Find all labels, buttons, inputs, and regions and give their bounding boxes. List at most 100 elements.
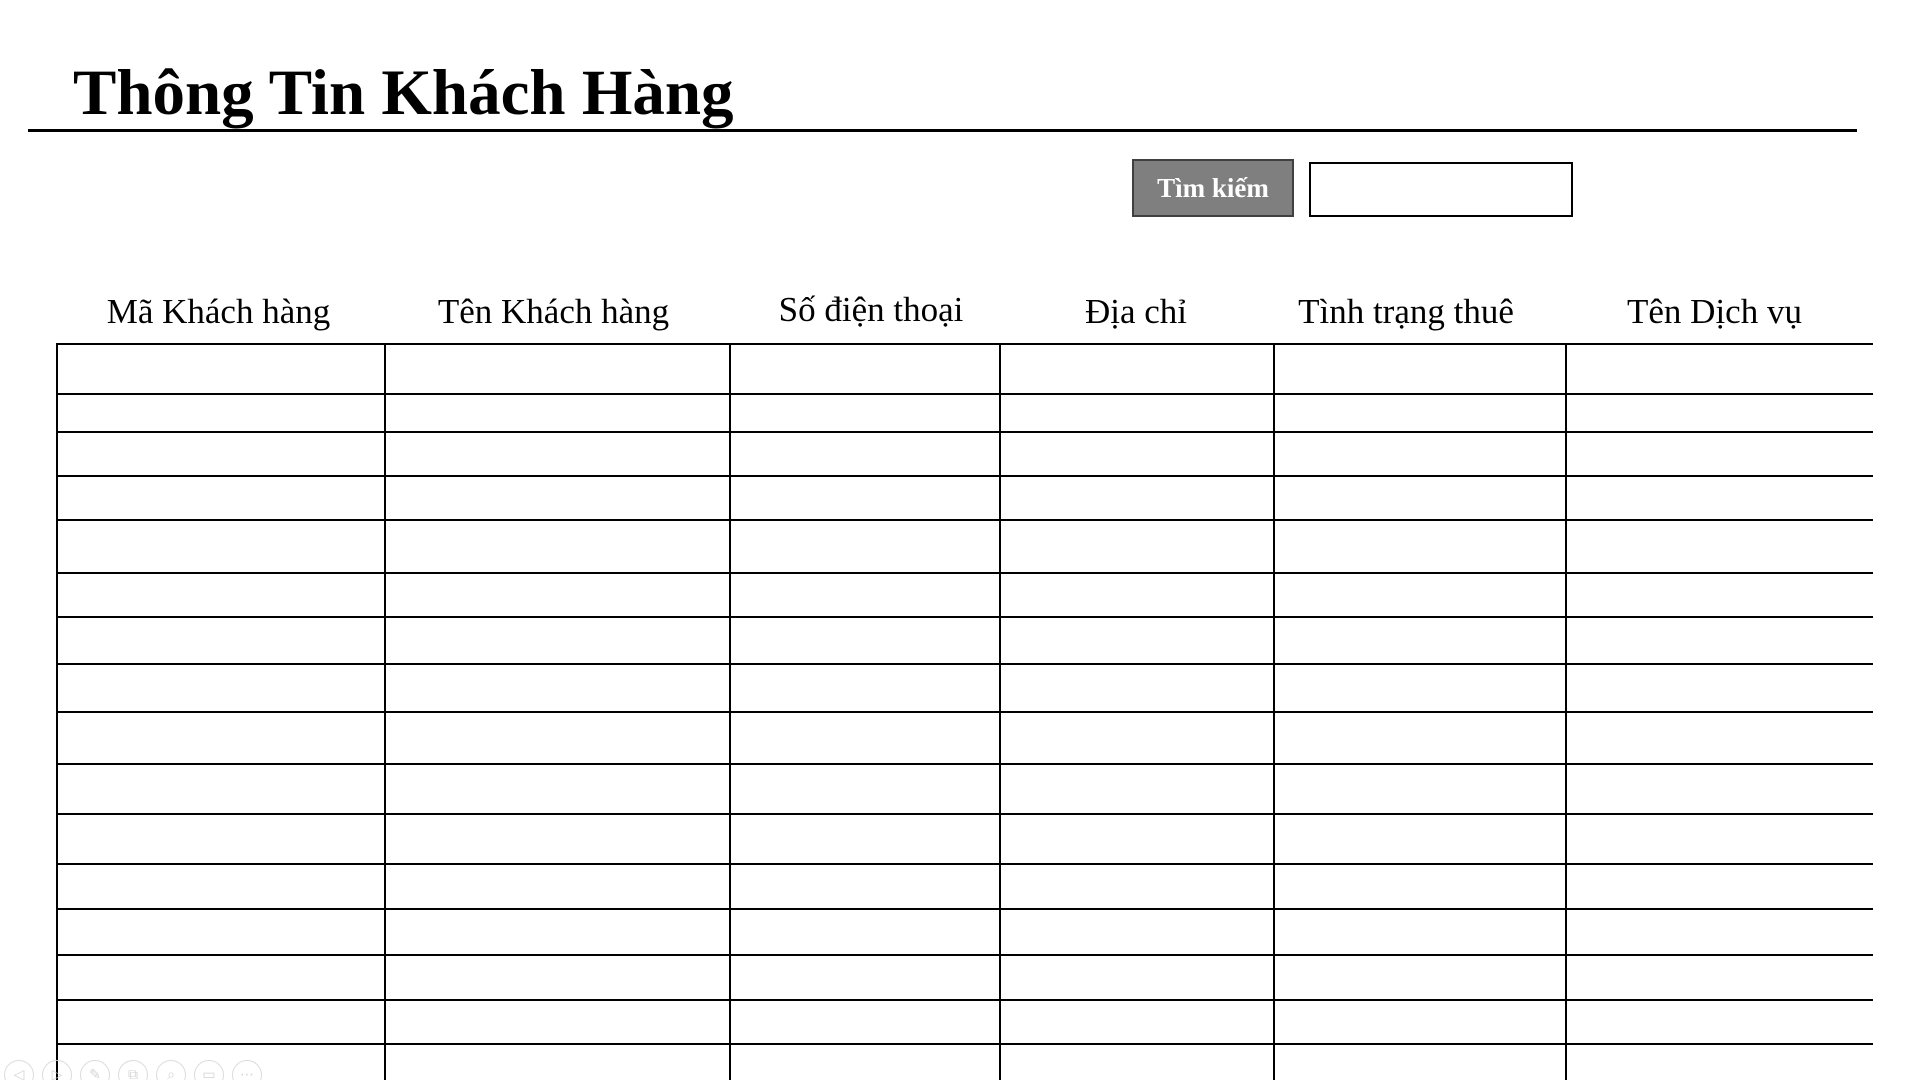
table-cell[interactable]: [1565, 1043, 1873, 1080]
table-cell[interactable]: [999, 616, 1275, 665]
table-cell[interactable]: [1565, 863, 1873, 910]
table-cell[interactable]: [1273, 863, 1567, 910]
table-cell[interactable]: [1273, 663, 1567, 713]
table-cell[interactable]: [729, 863, 1001, 910]
table-cell[interactable]: [1273, 393, 1567, 433]
table-cell[interactable]: [999, 519, 1275, 574]
table-cell[interactable]: [999, 1043, 1275, 1080]
table-cell[interactable]: [729, 711, 1001, 765]
table-cell[interactable]: [384, 663, 731, 713]
table-cell[interactable]: [729, 1043, 1001, 1080]
table-cell[interactable]: [1565, 711, 1873, 765]
table-cell[interactable]: [729, 475, 1001, 521]
table-cell[interactable]: [999, 813, 1275, 865]
table-cell[interactable]: [1273, 954, 1567, 1001]
table-cell[interactable]: [729, 519, 1001, 574]
search-input[interactable]: [1309, 162, 1573, 217]
table-cell[interactable]: [384, 431, 731, 477]
table-cell[interactable]: [1565, 519, 1873, 574]
table-cell[interactable]: [1273, 813, 1567, 865]
table-cell[interactable]: [384, 954, 731, 1001]
table-cell[interactable]: [999, 711, 1275, 765]
table-cell[interactable]: [1273, 431, 1567, 477]
table-cell[interactable]: [1565, 572, 1873, 618]
table-cell[interactable]: [56, 572, 386, 618]
table-cell[interactable]: [56, 663, 386, 713]
table-cell[interactable]: [56, 908, 386, 956]
table-cell[interactable]: [56, 954, 386, 1001]
table-cell[interactable]: [729, 616, 1001, 665]
table-cell[interactable]: [1273, 763, 1567, 815]
table-cell[interactable]: [999, 954, 1275, 1001]
table-cell[interactable]: [1565, 813, 1873, 865]
table-cell[interactable]: [384, 572, 731, 618]
table-cell[interactable]: [999, 572, 1275, 618]
table-cell[interactable]: [384, 393, 731, 433]
table-cell[interactable]: [1273, 711, 1567, 765]
table-cell[interactable]: [729, 572, 1001, 618]
table-cell[interactable]: [1565, 343, 1873, 395]
table-cell[interactable]: [56, 343, 386, 395]
table-cell[interactable]: [1273, 343, 1567, 395]
table-cell[interactable]: [1565, 393, 1873, 433]
table-cell[interactable]: [1273, 1043, 1567, 1080]
table-cell[interactable]: [1565, 999, 1873, 1045]
table-cell[interactable]: [56, 431, 386, 477]
table-cell[interactable]: [999, 343, 1275, 395]
table-cell[interactable]: [729, 393, 1001, 433]
table-cell[interactable]: [384, 863, 731, 910]
table-cell[interactable]: [1273, 572, 1567, 618]
table-cell[interactable]: [56, 616, 386, 665]
table-cell[interactable]: [384, 343, 731, 395]
table-cell[interactable]: [56, 813, 386, 865]
table-cell[interactable]: [999, 999, 1275, 1045]
table-cell[interactable]: [56, 863, 386, 910]
table-cell[interactable]: [999, 393, 1275, 433]
table-cell[interactable]: [56, 519, 386, 574]
table-cell[interactable]: [1565, 616, 1873, 665]
table-cell[interactable]: [1565, 431, 1873, 477]
table-cell[interactable]: [1273, 999, 1567, 1045]
next-icon[interactable]: ▷: [42, 1060, 72, 1080]
table-cell[interactable]: [56, 999, 386, 1045]
table-cell[interactable]: [384, 475, 731, 521]
table-cell[interactable]: [1273, 616, 1567, 665]
table-cell[interactable]: [56, 711, 386, 765]
table-cell[interactable]: [999, 763, 1275, 815]
table-cell[interactable]: [999, 663, 1275, 713]
table-cell[interactable]: [384, 519, 731, 574]
table-cell[interactable]: [384, 763, 731, 815]
table-cell[interactable]: [56, 393, 386, 433]
table-cell[interactable]: [729, 954, 1001, 1001]
table-cell[interactable]: [56, 763, 386, 815]
table-cell[interactable]: [1565, 663, 1873, 713]
search-button[interactable]: Tìm kiếm: [1132, 159, 1294, 217]
table-cell[interactable]: [1565, 908, 1873, 956]
table-cell[interactable]: [999, 431, 1275, 477]
table-cell[interactable]: [384, 711, 731, 765]
zoom-icon[interactable]: ⌕: [156, 1060, 186, 1080]
subtitles-icon[interactable]: ▭: [194, 1060, 224, 1080]
table-cell[interactable]: [384, 908, 731, 956]
table-cell[interactable]: [999, 908, 1275, 956]
table-cell[interactable]: [384, 999, 731, 1045]
table-cell[interactable]: [999, 863, 1275, 910]
table-cell[interactable]: [1273, 519, 1567, 574]
more-icon[interactable]: ⋯: [232, 1060, 262, 1080]
table-cell[interactable]: [56, 475, 386, 521]
table-cell[interactable]: [384, 1043, 731, 1080]
table-cell[interactable]: [729, 813, 1001, 865]
table-cell[interactable]: [1273, 908, 1567, 956]
table-cell[interactable]: [999, 475, 1275, 521]
table-cell[interactable]: [729, 343, 1001, 395]
table-cell[interactable]: [384, 616, 731, 665]
table-cell[interactable]: [729, 999, 1001, 1045]
table-cell[interactable]: [1273, 475, 1567, 521]
table-cell[interactable]: [1565, 763, 1873, 815]
previous-icon[interactable]: ◁: [4, 1060, 34, 1080]
table-cell[interactable]: [729, 663, 1001, 713]
table-cell[interactable]: [729, 763, 1001, 815]
table-cell[interactable]: [1565, 954, 1873, 1001]
table-cell[interactable]: [729, 431, 1001, 477]
table-cell[interactable]: [384, 813, 731, 865]
